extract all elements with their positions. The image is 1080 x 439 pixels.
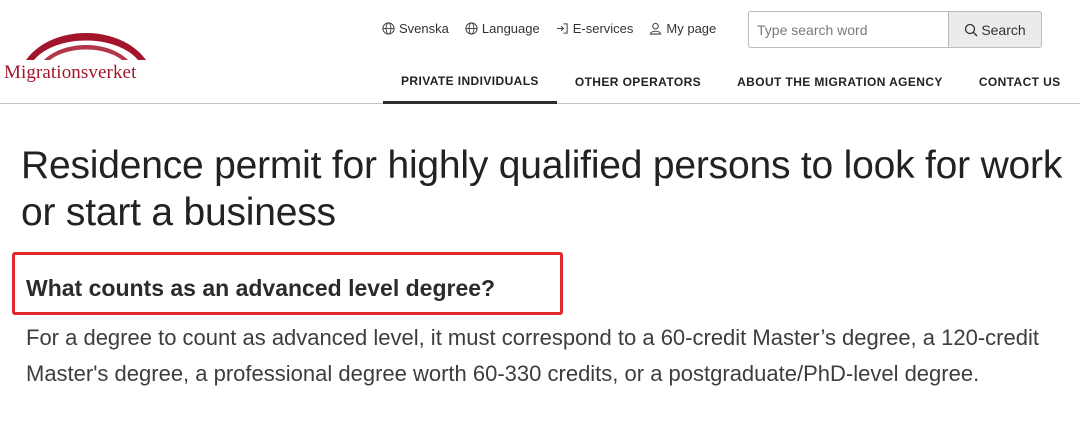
search-input[interactable]	[748, 11, 948, 48]
link-e-services-label: E-services	[572, 21, 634, 36]
search-bar: Search	[748, 11, 1042, 48]
logo-arc-icon	[26, 33, 146, 60]
utility-links: Svenska Language E-services My page	[382, 21, 716, 36]
logo[interactable]: Migrationsverket	[4, 22, 174, 90]
link-svenska-label: Svenska	[399, 21, 449, 36]
nav-other-operators[interactable]: OTHER OPERATORS	[557, 60, 719, 104]
login-arrow-icon	[556, 23, 568, 34]
nav-contact-us[interactable]: CONTACT US	[961, 60, 1079, 104]
user-icon	[650, 22, 662, 35]
nav-private-individuals[interactable]: PRIVATE INDIVIDUALS	[383, 60, 557, 104]
link-language[interactable]: Language	[465, 21, 540, 36]
link-language-label: Language	[481, 21, 540, 36]
globe-icon	[465, 22, 478, 35]
link-my-page[interactable]: My page	[649, 21, 716, 36]
search-icon	[965, 23, 978, 36]
link-e-services[interactable]: E-services	[556, 21, 634, 36]
globe-icon	[382, 22, 395, 35]
link-my-page-label: My page	[666, 21, 717, 36]
nav-about-migration-agency[interactable]: ABOUT THE MIGRATION AGENCY	[719, 60, 961, 104]
section-heading: What counts as an advanced level degree?	[26, 275, 496, 301]
page-title: Residence permit for highly qualified pe…	[21, 144, 1063, 234]
body-paragraph: For a degree to count as advanced level,…	[26, 325, 1039, 386]
link-svenska[interactable]: Svenska	[382, 21, 449, 36]
main-nav: PRIVATE INDIVIDUALS OTHER OPERATORS ABOU…	[383, 60, 1079, 104]
site-header: Migrationsverket Svenska Language E-serv…	[0, 0, 1080, 104]
search-button[interactable]: Search	[948, 11, 1042, 48]
search-button-label: Search	[981, 21, 1026, 38]
logo-text: Migrationsverket	[4, 62, 137, 83]
